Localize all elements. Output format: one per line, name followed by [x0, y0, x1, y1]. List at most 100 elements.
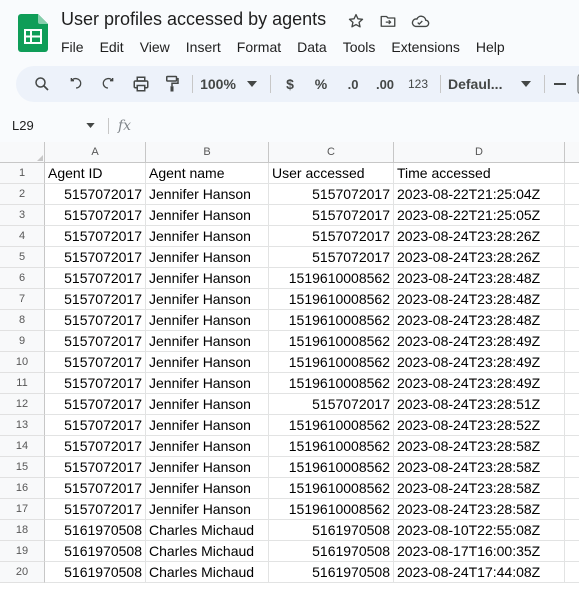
empty-cell[interactable] [565, 331, 579, 352]
empty-cell[interactable] [565, 415, 579, 436]
header-cell[interactable]: Agent ID [45, 163, 146, 184]
row-header[interactable]: 15 [0, 457, 45, 478]
empty-cell[interactable] [565, 226, 579, 247]
menu-help[interactable]: Help [468, 37, 513, 57]
row-header[interactable]: 6 [0, 268, 45, 289]
table-cell[interactable]: 2023-08-17T16:00:35Z [394, 541, 565, 562]
table-cell[interactable]: 5161970508 [269, 520, 394, 541]
table-cell[interactable]: 2023-08-24T23:28:49Z [394, 331, 565, 352]
table-cell[interactable]: 5157072017 [45, 499, 146, 520]
table-cell[interactable]: 2023-08-24T23:28:49Z [394, 352, 565, 373]
print-icon[interactable] [128, 66, 154, 102]
decrease-decimal-button[interactable]: .0 [341, 66, 365, 102]
row-header[interactable]: 18 [0, 520, 45, 541]
empty-cell[interactable] [565, 478, 579, 499]
zoom-select[interactable]: 100% [194, 66, 242, 102]
table-cell[interactable]: Jennifer Hanson [146, 373, 269, 394]
move-to-folder-icon[interactable] [378, 11, 398, 31]
table-cell[interactable]: 5157072017 [45, 415, 146, 436]
table-cell[interactable]: 5157072017 [45, 205, 146, 226]
row-header[interactable]: 3 [0, 205, 45, 226]
column-header-e[interactable] [565, 142, 579, 163]
empty-cell[interactable] [565, 436, 579, 457]
header-cell[interactable]: Agent name [146, 163, 269, 184]
empty-cell[interactable] [565, 163, 579, 184]
undo-icon[interactable] [64, 66, 88, 102]
row-header[interactable]: 4 [0, 226, 45, 247]
table-cell[interactable]: 2023-08-24T23:28:26Z [394, 226, 565, 247]
row-header[interactable]: 5 [0, 247, 45, 268]
table-cell[interactable]: 5157072017 [269, 184, 394, 205]
table-cell[interactable]: 5157072017 [45, 352, 146, 373]
table-cell[interactable]: 5161970508 [45, 541, 146, 562]
table-cell[interactable]: 2023-08-24T23:28:26Z [394, 247, 565, 268]
table-cell[interactable]: 2023-08-24T23:28:52Z [394, 415, 565, 436]
row-header[interactable]: 12 [0, 394, 45, 415]
number-format-button[interactable]: 123 [405, 66, 431, 102]
currency-format-button[interactable]: $ [280, 66, 300, 102]
table-cell[interactable]: 2023-08-24T23:28:48Z [394, 310, 565, 331]
table-cell[interactable]: 2023-08-24T23:28:58Z [394, 436, 565, 457]
table-cell[interactable]: 5157072017 [45, 184, 146, 205]
table-cell[interactable]: 2023-08-24T23:28:48Z [394, 289, 565, 310]
empty-cell[interactable] [565, 289, 579, 310]
table-cell[interactable]: 5157072017 [45, 310, 146, 331]
empty-cell[interactable] [565, 541, 579, 562]
row-header[interactable]: 20 [0, 562, 45, 583]
cloud-status-icon[interactable] [410, 11, 430, 31]
table-cell[interactable]: 5157072017 [269, 226, 394, 247]
document-title[interactable]: User profiles accessed by agents [61, 9, 326, 30]
menu-file[interactable]: File [53, 37, 92, 57]
table-cell[interactable]: Jennifer Hanson [146, 268, 269, 289]
table-cell[interactable]: 2023-08-24T23:28:58Z [394, 478, 565, 499]
empty-cell[interactable] [565, 373, 579, 394]
row-header[interactable]: 10 [0, 352, 45, 373]
empty-cell[interactable] [565, 394, 579, 415]
header-cell[interactable]: User accessed [269, 163, 394, 184]
table-cell[interactable]: 5157072017 [269, 394, 394, 415]
table-cell[interactable]: 1519610008562 [269, 373, 394, 394]
empty-cell[interactable] [565, 247, 579, 268]
menu-format[interactable]: Format [229, 37, 289, 57]
select-all-corner[interactable] [0, 142, 45, 163]
empty-cell[interactable] [565, 184, 579, 205]
table-cell[interactable]: 5161970508 [45, 562, 146, 583]
column-header-b[interactable]: B [146, 142, 269, 163]
table-cell[interactable]: 2023-08-24T23:28:51Z [394, 394, 565, 415]
table-cell[interactable]: Jennifer Hanson [146, 394, 269, 415]
menu-view[interactable]: View [132, 37, 178, 57]
table-cell[interactable]: 5157072017 [45, 373, 146, 394]
decrease-font-size-icon[interactable] [552, 66, 568, 102]
table-cell[interactable]: 5157072017 [45, 457, 146, 478]
table-cell[interactable]: Jennifer Hanson [146, 247, 269, 268]
table-cell[interactable]: Jennifer Hanson [146, 310, 269, 331]
table-cell[interactable]: Jennifer Hanson [146, 289, 269, 310]
table-cell[interactable]: Charles Michaud [146, 541, 269, 562]
zoom-chevron-down-icon[interactable] [244, 66, 260, 102]
table-cell[interactable]: 5157072017 [45, 226, 146, 247]
row-header[interactable]: 14 [0, 436, 45, 457]
table-cell[interactable]: Jennifer Hanson [146, 478, 269, 499]
table-cell[interactable]: 2023-08-24T17:44:08Z [394, 562, 565, 583]
table-cell[interactable]: 2023-08-24T23:28:49Z [394, 373, 565, 394]
table-cell[interactable]: Jennifer Hanson [146, 415, 269, 436]
menu-edit[interactable]: Edit [92, 37, 132, 57]
table-cell[interactable]: 1519610008562 [269, 289, 394, 310]
table-cell[interactable]: 5157072017 [45, 394, 146, 415]
table-cell[interactable]: Jennifer Hanson [146, 184, 269, 205]
row-header[interactable]: 7 [0, 289, 45, 310]
row-header[interactable]: 19 [0, 541, 45, 562]
table-cell[interactable]: 2023-08-24T23:28:48Z [394, 268, 565, 289]
table-cell[interactable]: 1519610008562 [269, 352, 394, 373]
increase-decimal-button[interactable]: .00 [371, 66, 399, 102]
table-cell[interactable]: Jennifer Hanson [146, 205, 269, 226]
empty-cell[interactable] [565, 457, 579, 478]
table-cell[interactable]: 1519610008562 [269, 478, 394, 499]
menu-extensions[interactable]: Extensions [383, 37, 467, 57]
table-cell[interactable]: 5157072017 [45, 289, 146, 310]
redo-icon[interactable] [96, 66, 120, 102]
menu-tools[interactable]: Tools [335, 37, 384, 57]
table-cell[interactable]: 5161970508 [45, 520, 146, 541]
table-cell[interactable]: 2023-08-24T23:28:58Z [394, 457, 565, 478]
table-cell[interactable]: 5157072017 [45, 478, 146, 499]
